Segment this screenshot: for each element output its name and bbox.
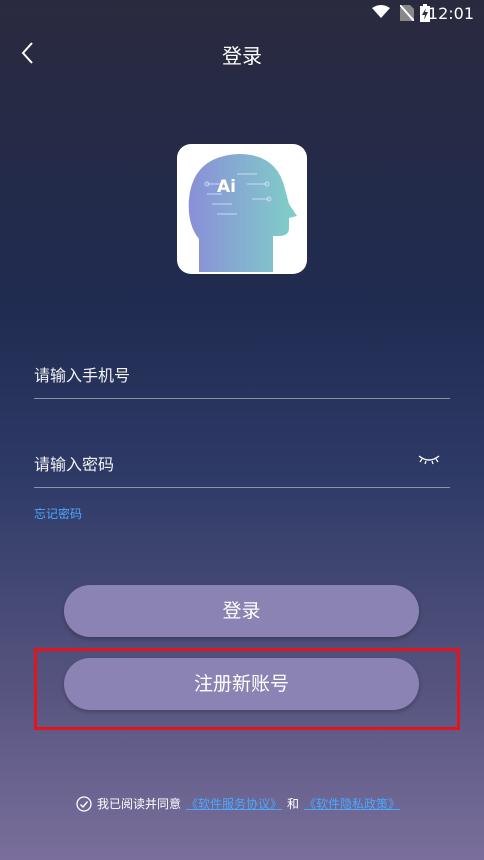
agreement-row: 我已阅读并同意 《软件服务协议》 和 《软件隐私政策》 bbox=[76, 795, 400, 812]
app-logo: Ai bbox=[177, 144, 307, 274]
phone-field[interactable]: 请输入手机号 bbox=[34, 352, 450, 399]
logo-text: Ai bbox=[217, 177, 236, 197]
status-time: 12:01 bbox=[427, 4, 474, 23]
login-button[interactable]: 登录 bbox=[64, 585, 419, 637]
status-bar: 12:01 bbox=[0, 0, 484, 26]
phone-placeholder: 请输入手机号 bbox=[34, 366, 131, 385]
page-title: 登录 bbox=[222, 44, 262, 68]
eye-closed-icon[interactable] bbox=[418, 453, 440, 467]
password-field[interactable]: 请输入密码 bbox=[34, 441, 450, 488]
password-placeholder: 请输入密码 bbox=[34, 455, 115, 474]
agreement-conjunction: 和 bbox=[287, 797, 300, 811]
wifi-icon bbox=[372, 5, 390, 18]
privacy-policy-link[interactable]: 《软件隐私政策》 bbox=[304, 795, 400, 812]
agreement-prefix: 我已阅读并同意 bbox=[97, 797, 182, 811]
forgot-password-link[interactable]: 忘记密码 bbox=[34, 505, 82, 522]
checkbox-icon[interactable] bbox=[76, 795, 92, 812]
service-agreement-link[interactable]: 《软件服务协议》 bbox=[186, 795, 282, 812]
no-sim-icon bbox=[400, 5, 414, 21]
highlight-box bbox=[34, 648, 460, 730]
